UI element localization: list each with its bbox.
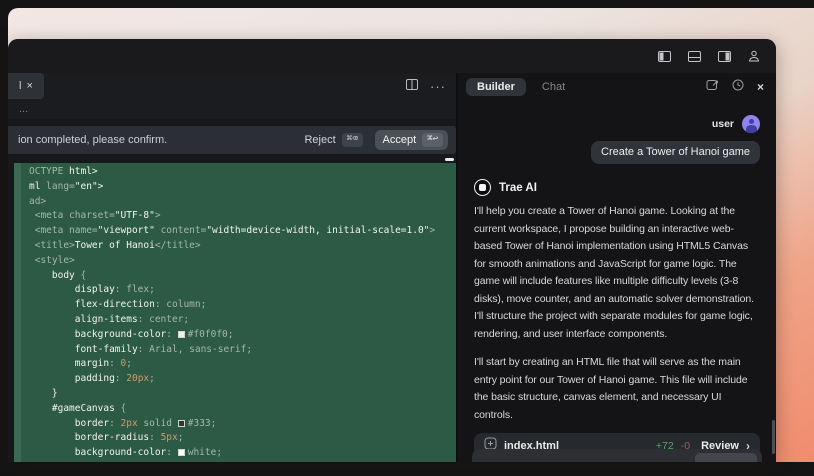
- app-window: l × ··· ... ion completed, please confir…: [8, 39, 776, 462]
- diff-code[interactable]: OCTYPE html> ml lang="en"> ad> <meta chars…: [14, 163, 456, 461]
- assistant-paragraph-2: I'll start by creating an HTML file that…: [474, 356, 748, 421]
- split-editor-icon[interactable]: [406, 77, 418, 95]
- tab-chat[interactable]: Chat: [542, 81, 565, 93]
- diff-confirm-bar: ion completed, please confirm. Reject ⌘⌫…: [8, 126, 456, 154]
- layout-panel-bottom-icon[interactable]: [688, 50, 701, 62]
- layout-sidebar-left-icon[interactable]: [658, 50, 671, 62]
- ai-chat-panel: Builder Chat × user Create a Tower of Ha…: [458, 73, 776, 462]
- user-label: user: [711, 118, 734, 130]
- chat-header: Builder Chat ×: [458, 73, 776, 99]
- confirm-message: ion completed, please confirm.: [18, 134, 168, 146]
- trae-ai-avatar: [474, 179, 491, 196]
- new-session-icon[interactable]: [706, 78, 719, 96]
- accept-button[interactable]: Accept ⌘↩: [374, 130, 448, 150]
- more-actions-icon[interactable]: ···: [430, 80, 446, 93]
- accept-shortcut-badge: ⌘↩: [422, 133, 443, 147]
- chat-body: user Create a Tower of Hanoi game Trae A…: [458, 99, 776, 462]
- editor-scrollbar-thumb[interactable]: [445, 158, 454, 161]
- editor-tab[interactable]: l ×: [8, 73, 44, 99]
- color-swatch: [177, 449, 185, 457]
- reject-button[interactable]: Reject ⌘⌫: [304, 133, 363, 147]
- color-swatch: [177, 419, 185, 427]
- user-avatar: [742, 115, 760, 133]
- close-panel-icon[interactable]: ×: [757, 81, 764, 93]
- account-icon[interactable]: [748, 50, 760, 62]
- code-area: OCTYPE html> ml lang="en"> ad> <meta chars…: [8, 158, 456, 462]
- tab-builder[interactable]: Builder: [466, 78, 526, 96]
- color-swatch: [177, 330, 185, 338]
- assistant-paragraph-1: I'll help you create a Tower of Hanoi ga…: [474, 205, 754, 340]
- layout-sidebar-right-icon[interactable]: [718, 50, 731, 62]
- send-button[interactable]: [695, 453, 757, 462]
- chat-input[interactable]: [472, 449, 762, 462]
- reject-shortcut-badge: ⌘⌫: [341, 133, 363, 147]
- history-icon[interactable]: [732, 78, 744, 96]
- chat-scrollbar-thumb[interactable]: [772, 420, 775, 454]
- assistant-name: Trae AI: [499, 181, 537, 194]
- tab-close-icon[interactable]: ×: [27, 80, 33, 92]
- editor-pane: l × ··· ... ion completed, please confir…: [8, 73, 458, 462]
- titlebar: [8, 39, 776, 73]
- diff-added-block: OCTYPE html> ml lang="en"> ad> <meta chars…: [14, 163, 456, 462]
- editor-tab-bar: l × ···: [8, 73, 456, 99]
- user-message-bubble: Create a Tower of Hanoi game: [591, 141, 760, 164]
- diff-gutter: [14, 163, 21, 462]
- editor-tab-label: l: [19, 80, 22, 92]
- breadcrumb: ...: [8, 99, 456, 119]
